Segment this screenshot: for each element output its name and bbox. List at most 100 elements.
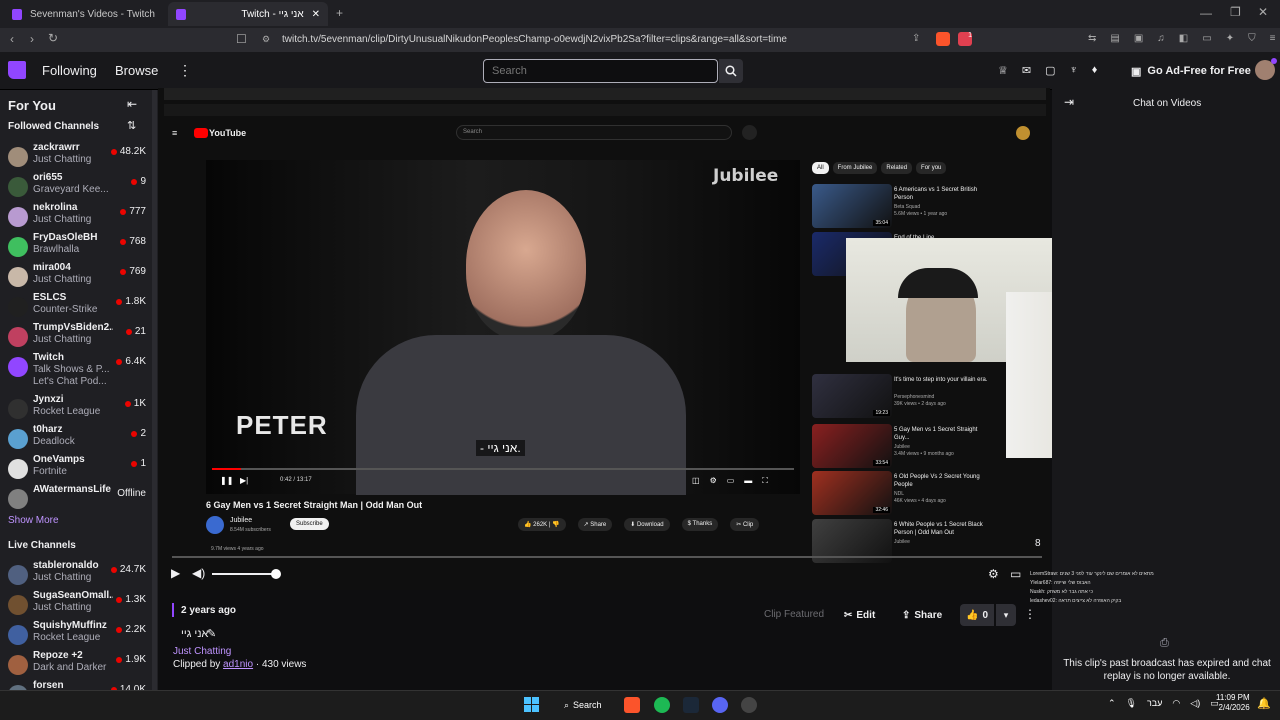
show-more-link[interactable]: Show More [8,515,59,526]
close-window-icon[interactable]: ✕ [1258,5,1268,19]
browser-tab-active[interactable]: Twitch - אני גיי ✕ [168,2,328,26]
play-icon[interactable]: ▶ [171,566,180,580]
panel-icon[interactable]: ◧ [1179,33,1188,47]
sidebar-channel-followed[interactable]: zackrawrr Just Chatting 48.2K [0,142,150,172]
search-button[interactable] [719,59,743,83]
sidebar-channel-followed[interactable]: ori655 Graveyard Kee... 9 [0,172,150,202]
sidebar-channel-live[interactable]: stableronaldo Just Chatting 24.7K [0,560,150,590]
restore-icon[interactable]: ❐ [1230,5,1241,19]
search-icon [725,65,737,77]
leo-icon[interactable]: ✦ [1226,33,1234,47]
sidebar-channel-followed[interactable]: nekrolina Just Chatting 777 [0,202,150,232]
ad-free-button[interactable]: ▣ Go Ad-Free for Free [1131,59,1251,83]
following-link[interactable]: Following [42,63,97,78]
sidebar-channel-followed[interactable]: OneVamps Fortnite 1 [0,454,150,484]
wallet-icon[interactable]: ▭ [1202,33,1211,47]
sidebar-channel-followed[interactable]: TrumpVsBiden2... Just Chatting 21 [0,322,150,352]
inner-browser-tabs [164,88,1046,100]
clipper-link[interactable]: ad1nio [223,659,253,670]
bookmark-icon[interactable]: ☐ [236,32,247,46]
forward-icon[interactable]: › [30,32,34,46]
sidebar-channel-followed[interactable]: ESLCS Counter-Strike 1.8K [0,292,150,322]
viewer-count-text: 1.8K [125,296,146,307]
browse-link[interactable]: Browse [115,63,158,78]
yt-theater-icon: ▬ [744,476,753,485]
volume-icon[interactable]: ◀) [192,566,205,580]
sidebar-scrollbar[interactable] [152,90,157,690]
spotify-taskbar-icon[interactable] [654,697,670,713]
edit-button[interactable]: ✂ Edit [838,604,881,626]
sidebar-channel-followed[interactable]: AWatermansLife Offline [0,484,150,514]
inbox-icon[interactable]: ✉ [1022,64,1031,77]
vpn-icon[interactable]: ⛉ [1248,33,1256,47]
media-icon[interactable]: ▣ [1134,33,1143,47]
sidebar-channel-followed[interactable]: Twitch Talk Shows & P... Let's Chat Pod...… [0,352,150,387]
minimize-icon[interactable]: — [1200,6,1212,20]
sidebar-channel-followed[interactable]: t0harz Deadlock 2 [0,424,150,454]
sidebar-icon[interactable]: ▤ [1110,33,1119,47]
player-settings-icon[interactable]: ⚙ [988,567,999,581]
sidebar-channel-followed[interactable]: Jynxzi Rocket League 1K [0,394,150,424]
theater-mode-icon[interactable]: ▭ [1010,567,1021,581]
more-menu-icon[interactable]: ⋮ [178,62,192,79]
chat-unavailable-icon: ⎙ [1160,637,1169,649]
clip-seek-bar[interactable] [172,556,1042,558]
more-options-icon[interactable]: ⋮ [1024,607,1036,621]
yt-settings-icon: ⚙ [709,476,717,485]
channel-name: Twitch [33,352,64,363]
channel-avatar [8,489,28,509]
youtube-video-frame: Jubilee PETER - אני גיי. ❚❚ ▶| 0:42 / 13… [206,160,800,495]
brave-shield-icon[interactable] [936,32,950,46]
sort-icon[interactable]: ⇅ [127,119,136,132]
taskbar-clock[interactable]: 11:09 PM 2/4/2026 [1216,693,1250,713]
menu-icon[interactable]: ≡ [1270,33,1276,47]
windows-start-icon[interactable] [524,697,539,712]
back-icon[interactable]: ‹ [10,32,14,46]
reload-icon[interactable]: ↻ [48,31,58,45]
share-button[interactable]: ⇪ Share [896,604,948,626]
brave-taskbar-icon[interactable] [624,697,640,713]
sidebar-channel-live[interactable]: Repoze +2 Dark and Darker 1.9K [0,650,150,680]
collapse-sidebar-icon[interactable]: ⇤ [127,97,137,111]
edit-title-icon[interactable]: ✎ [207,627,216,640]
wifi-icon[interactable]: ◠ [1172,698,1180,709]
sidebar-channel-followed[interactable]: FryDasOleBH Brawlhalla 768 [0,232,150,262]
search-input[interactable] [483,59,718,83]
twitch-logo-icon[interactable] [8,61,26,79]
settings-taskbar-icon[interactable] [741,697,757,713]
volume-slider[interactable] [212,573,276,575]
speaker-icon[interactable]: ◁) [1190,698,1200,709]
sidebar-channel-live[interactable]: SugaSeanOmall... Just Chatting 1.3K [0,590,150,620]
notifications-icon[interactable]: 🔔 [1257,697,1271,710]
address-bar[interactable]: twitch.tv/5evenman/clip/DirtyUnusualNiku… [256,30,926,50]
sidebar-channel-followed[interactable]: mira004 Just Chatting 769 [0,262,150,292]
prime-crown-icon[interactable]: ♕ [998,64,1008,77]
clip-category-link[interactable]: Just Chatting [173,646,231,657]
share-page-icon[interactable]: ⇪ [912,33,920,44]
close-tab-icon[interactable]: ✕ [312,9,320,20]
like-dropdown[interactable]: ▾ [996,604,1016,626]
scissors-icon: ✂ [844,609,853,621]
new-tab-icon[interactable]: + [336,6,343,20]
tray-chevron-icon[interactable]: ⌃ [1108,698,1116,709]
sidebar-channel-live[interactable]: SquishyMuffinz Rocket League 2.2K [0,620,150,650]
discord-taskbar-icon[interactable] [712,697,728,713]
volume-handle[interactable] [271,569,281,579]
like-button[interactable]: 👍 0 [960,604,995,626]
whispers-icon[interactable]: ▢ [1045,64,1055,77]
music-icon[interactable]: ♫ [1157,33,1165,47]
brave-rewards-icon[interactable]: 1 [958,32,972,46]
mic-icon[interactable]: 🎙 [1126,698,1137,709]
steam-taskbar-icon[interactable] [683,697,699,713]
channel-game: Just Chatting [33,334,92,345]
collapse-chat-icon[interactable]: ⇥ [1064,95,1074,109]
sidebar-channel-live[interactable]: forsen 14.0K [0,680,150,690]
crown-icon[interactable]: ♦ [1092,64,1098,77]
translate-icon[interactable]: ⇆ [1088,33,1096,47]
language-indicator[interactable]: עבר [1147,698,1162,709]
bits-icon[interactable]: ♆ [1070,64,1078,77]
jubilee-avatar [206,516,224,534]
site-info-icon[interactable]: ⚙ [262,34,270,45]
browser-tab[interactable]: Sevenman's Videos - Twitch [4,2,164,26]
taskbar-search[interactable]: ⌕ Search [558,696,608,714]
